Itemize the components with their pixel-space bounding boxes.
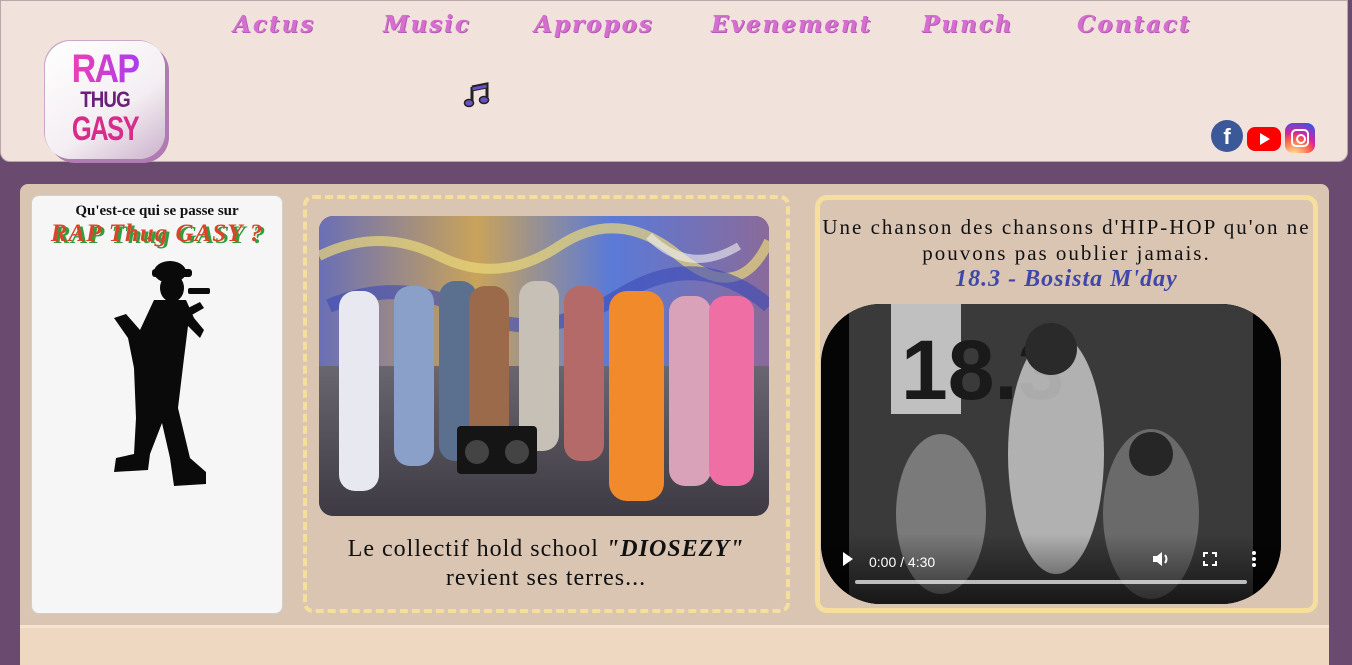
intro-panel: Qu'est-ce qui se passe sur RAP Thug GASY… — [31, 195, 283, 614]
instagram-icon[interactable] — [1285, 123, 1315, 153]
featured-news-caption: Le collectif hold school "DIOSEZY" revie… — [306, 535, 786, 593]
main-nav: Actus Music Apropos Evenement Punch Cont… — [1, 11, 1347, 45]
rapper-silhouette-image — [114, 261, 210, 486]
nav-item-punch[interactable]: Punch — [922, 11, 1013, 38]
play-icon[interactable] — [843, 552, 853, 566]
video-progress-bar[interactable] — [855, 580, 1247, 584]
caption-group-name: "DIOSEZY" — [605, 536, 745, 562]
fullscreen-icon[interactable] — [1203, 552, 1217, 566]
site-logo[interactable]: RAP THUG GASY — [45, 41, 165, 159]
logo-text-gasy: GASY — [71, 110, 140, 148]
intro-title: RAP Thug GASY ? — [50, 220, 264, 247]
classic-song-intro: Une chanson des chansons d'HIP-HOP qu'on… — [822, 215, 1311, 265]
logo-text-thug: THUG — [80, 87, 130, 112]
nav-item-music[interactable]: Music — [383, 11, 471, 38]
site-header: Actus Music Apropos Evenement Punch Cont… — [0, 0, 1348, 162]
volume-icon[interactable] — [1151, 550, 1171, 568]
facebook-icon[interactable]: f — [1211, 120, 1243, 152]
more-options-icon[interactable] — [1251, 550, 1257, 568]
intro-question: Qu'est-ce qui se passe sur — [75, 203, 239, 219]
logo-text-rap: RAP — [54, 49, 156, 89]
diosezy-group-photo[interactable] — [319, 216, 769, 516]
classic-song-title: 18.3 - Bosista M'day — [955, 266, 1178, 292]
nav-item-apropos[interactable]: Apropos — [534, 11, 654, 38]
nav-item-actus[interactable]: Actus — [233, 11, 315, 38]
caption-suffix: revient ses terres... — [445, 565, 647, 591]
nav-item-evenement[interactable]: Evenement — [711, 11, 872, 38]
youtube-icon[interactable] — [1247, 127, 1281, 151]
video-player[interactable]: 18.3 0:00 / 4:30 — [821, 304, 1281, 604]
video-time: 0:00 / 4:30 — [869, 554, 936, 570]
caption-prefix: Le collectif hold school — [347, 536, 606, 562]
music-note-icon[interactable] — [463, 81, 491, 109]
video-controls: 0:00 / 4:30 — [821, 534, 1281, 604]
nav-item-contact[interactable]: Contact — [1077, 11, 1192, 38]
bottom-section — [20, 625, 1329, 665]
